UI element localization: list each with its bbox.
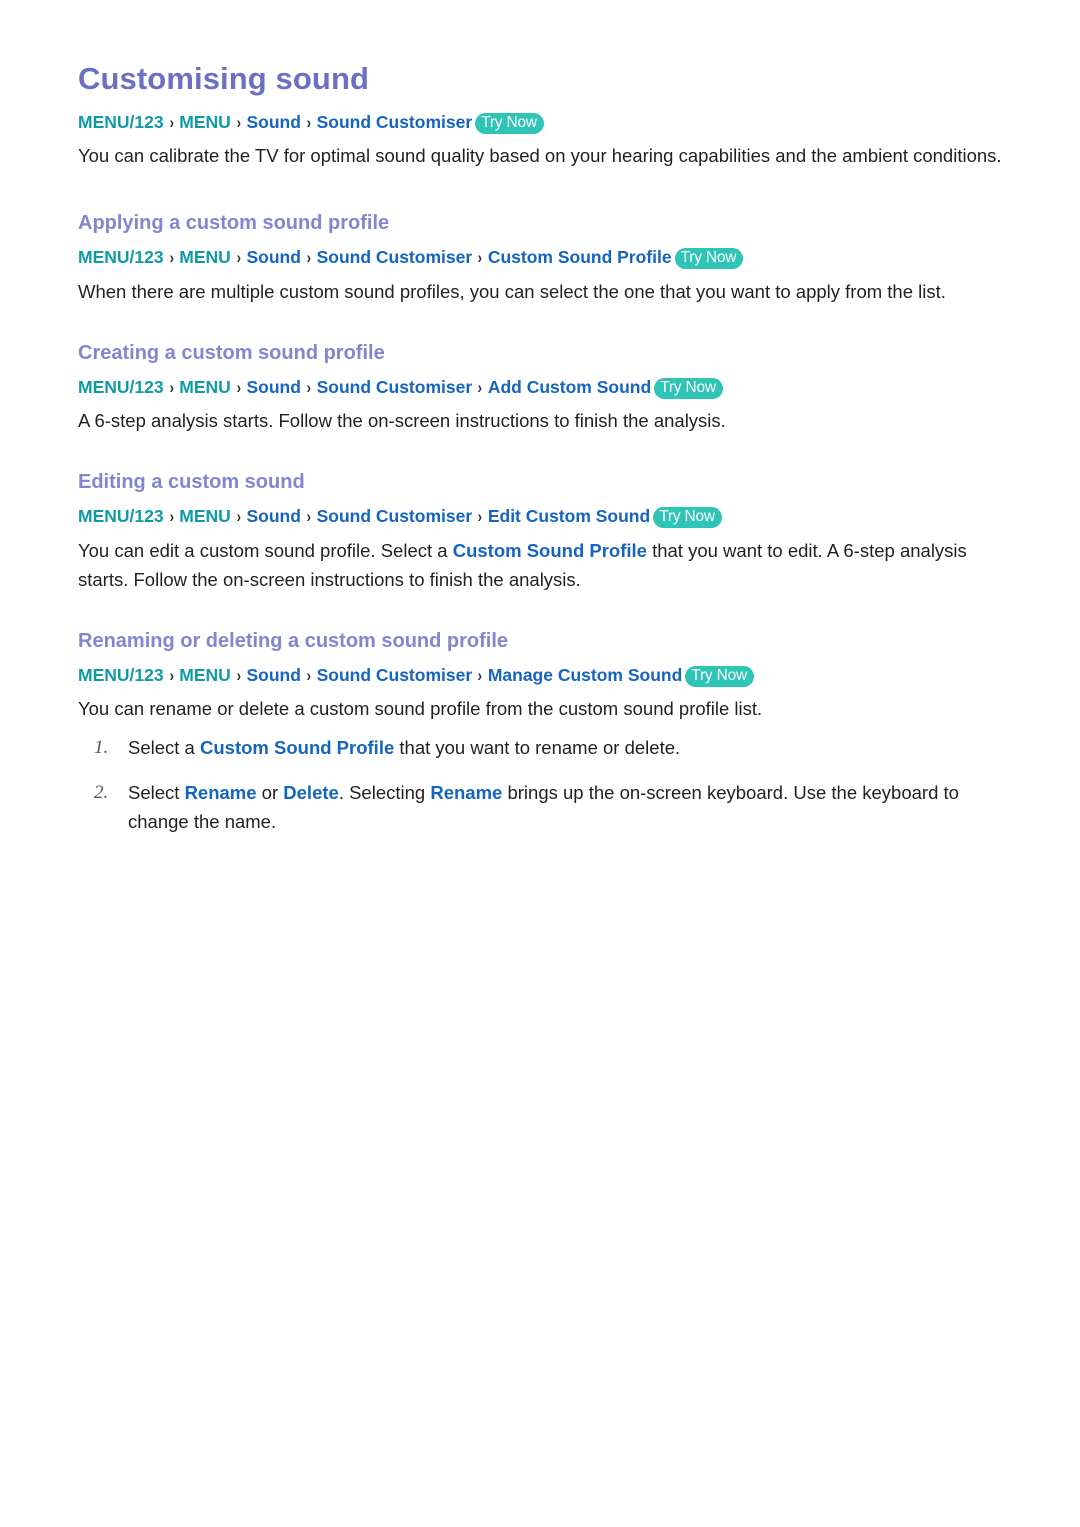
page-title: Customising sound [78, 61, 370, 96]
try-now-badge[interactable]: Try Now [674, 248, 744, 270]
section-editing-custom-sound: Editing a custom sound MENU/123 › MENU › Sou… [78, 469, 1002, 594]
step-text-3: . Selecting [338, 782, 431, 804]
try-now-badge[interactable]: Try Now [475, 112, 544, 134]
breadcrumb-crumb-custom-sound-profile[interactable]: Custom Sound Profile [488, 247, 672, 267]
breadcrumb-crumb-sound[interactable]: Sound [246, 506, 300, 526]
breadcrumb-separator-icon: › [306, 377, 311, 397]
breadcrumb-crumb-sound-customiser[interactable]: Sound Customiser [317, 377, 473, 397]
breadcrumb-crumb-add-custom-sound[interactable]: Add Custom Sound [488, 377, 651, 397]
breadcrumb-crumb-menu[interactable]: MENU [179, 112, 231, 132]
breadcrumb-applying: MENU/123 › MENU › Sound › Sound Customiser › Cus… [78, 244, 1002, 271]
breadcrumb-crumb-menu[interactable]: MENU [179, 506, 231, 526]
paragraph-text-before: You can edit a custom sound profile. Sel… [78, 539, 453, 561]
section-paragraph: You can edit a custom sound profile. Sel… [78, 536, 1002, 594]
section-paragraph: When there are multiple custom sound pro… [78, 280, 946, 302]
breadcrumb-separator-icon: › [477, 507, 483, 527]
section-heading: Creating a custom sound profile [78, 341, 385, 364]
intro-paragraph: You can calibrate the TV for optimal sou… [78, 145, 1002, 167]
breadcrumb-separator-icon: › [236, 507, 241, 527]
breadcrumb-separator-icon: › [477, 665, 483, 685]
document-page: Customising sound MENU/123 › MENU › Sound › So… [0, 0, 1080, 1527]
section-heading: Applying a custom sound profile [78, 212, 390, 235]
inline-link-rename[interactable]: Rename [185, 782, 257, 803]
inline-link-custom-sound-profile[interactable]: Custom Sound Profile [453, 540, 647, 561]
breadcrumb-separator-icon: › [169, 248, 174, 268]
section-renaming-deleting-custom-sound-profile: Renaming or deleting a custom sound prof… [78, 628, 1002, 837]
breadcrumb-crumb-menu123[interactable]: MENU/123 [78, 506, 164, 526]
breadcrumb-crumb-sound[interactable]: Sound [246, 665, 300, 685]
breadcrumb-crumb-menu[interactable]: MENU [179, 665, 231, 685]
list-marker: 2. [94, 782, 109, 804]
breadcrumb-crumb-sound-customiser[interactable]: Sound Customiser [317, 112, 473, 132]
section-paragraph: A 6-step analysis starts. Follow the on-… [78, 410, 726, 432]
breadcrumb-separator-icon: › [236, 377, 241, 397]
step-text-1: Select [128, 782, 185, 804]
breadcrumb-crumb-menu[interactable]: MENU [179, 247, 231, 267]
try-now-badge[interactable]: Try Now [654, 377, 723, 399]
breadcrumb-crumb-edit-custom-sound[interactable]: Edit Custom Sound [488, 506, 650, 526]
breadcrumb-separator-icon: › [306, 507, 311, 527]
try-now-badge[interactable]: Try Now [653, 507, 722, 529]
breadcrumb-crumb-menu123[interactable]: MENU/123 [78, 112, 164, 132]
numbered-steps-list: 1. Select a Custom Sound Profile that you… [78, 733, 1002, 836]
breadcrumb-crumb-sound-customiser[interactable]: Sound Customiser [317, 665, 473, 685]
inline-link-delete[interactable]: Delete [283, 782, 339, 803]
breadcrumb-crumb-sound[interactable]: Sound [246, 112, 300, 132]
section-heading: Editing a custom sound [78, 471, 305, 494]
section-creating-custom-sound-profile: Creating a custom sound profile MENU/123… [78, 340, 1002, 436]
list-item: 1. Select a Custom Sound Profile that you… [78, 733, 1002, 762]
try-now-badge[interactable]: Try Now [685, 665, 754, 687]
breadcrumb-crumb-menu123[interactable]: MENU/123 [78, 247, 164, 267]
breadcrumb-crumb-menu123[interactable]: MENU/123 [78, 377, 164, 397]
breadcrumb-separator-icon: › [306, 248, 311, 268]
breadcrumb-creating: MENU/123 › MENU › Sound › Sound Customiser › Add… [78, 374, 1002, 401]
step-text-before: Select a [128, 737, 200, 759]
breadcrumb-separator-icon: › [169, 112, 174, 132]
breadcrumb-separator-icon: › [236, 112, 241, 132]
breadcrumb-separator-icon: › [477, 248, 483, 268]
step-text-after: that you want to rename or delete. [394, 737, 681, 759]
breadcrumb-editing: MENU/123 › MENU › Sound › Sound Customiser › Edi… [78, 503, 1002, 530]
breadcrumb-separator-icon: › [236, 248, 241, 268]
list-marker: 1. [94, 737, 109, 759]
inline-link-rename-2[interactable]: Rename [430, 782, 502, 803]
step-text-2: or [256, 782, 284, 804]
list-item: 2. Select Rename or Delete. Selecting Ren… [78, 778, 1002, 836]
breadcrumb-separator-icon: › [169, 665, 174, 685]
breadcrumb-crumb-menu[interactable]: MENU [179, 377, 231, 397]
breadcrumb-crumb-menu123[interactable]: MENU/123 [78, 665, 164, 685]
breadcrumb-separator-icon: › [306, 112, 311, 132]
breadcrumb-separator-icon: › [306, 665, 311, 685]
breadcrumb-separator-icon: › [169, 377, 174, 397]
breadcrumb-separator-icon: › [477, 377, 483, 397]
breadcrumb-crumb-sound[interactable]: Sound [246, 247, 300, 267]
breadcrumb-crumb-sound[interactable]: Sound [246, 377, 300, 397]
breadcrumb-crumb-sound-customiser[interactable]: Sound Customiser [317, 247, 473, 267]
section-applying-custom-sound-profile: Applying a custom sound profile MENU/123… [78, 210, 1002, 306]
section-heading: Renaming or deleting a custom sound prof… [78, 629, 509, 652]
inline-link-custom-sound-profile[interactable]: Custom Sound Profile [200, 737, 394, 758]
section-paragraph: You can rename or delete a custom sound … [78, 698, 763, 720]
breadcrumb-crumb-manage-custom-sound[interactable]: Manage Custom Sound [488, 665, 682, 685]
breadcrumb-intro: MENU/123 › MENU › Sound › Sound Customiser Try … [78, 109, 1002, 136]
breadcrumb-separator-icon: › [169, 507, 174, 527]
breadcrumb-renaming: MENU/123 › MENU › Sound › Sound Customiser › Man… [78, 662, 1002, 689]
breadcrumb-crumb-sound-customiser[interactable]: Sound Customiser [317, 506, 473, 526]
breadcrumb-separator-icon: › [236, 665, 241, 685]
